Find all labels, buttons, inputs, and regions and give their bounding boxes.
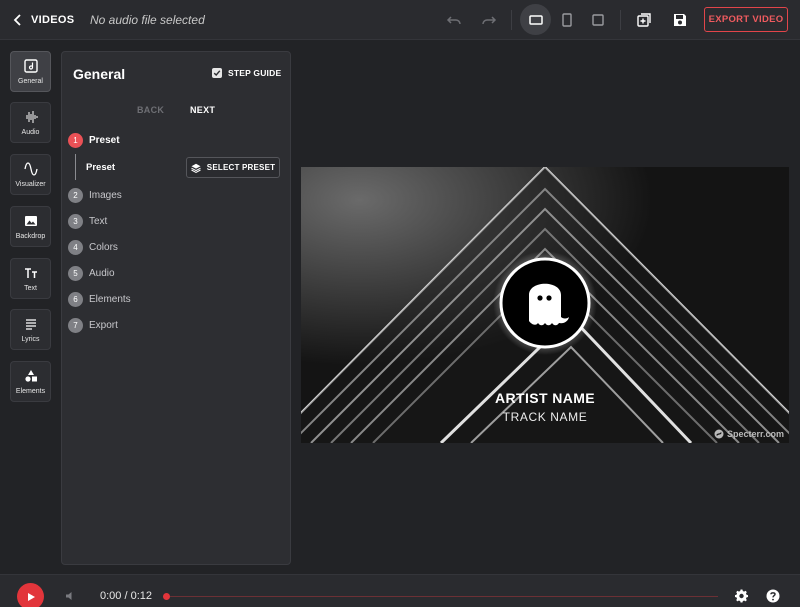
chevron-left-icon: [13, 14, 21, 26]
redo-button[interactable]: [477, 8, 501, 32]
progress-bar[interactable]: [162, 593, 718, 600]
step-number: 6: [68, 291, 83, 307]
step-next-button[interactable]: NEXT: [190, 105, 215, 115]
rail-text-label: Text: [24, 284, 37, 292]
check-icon: [213, 70, 221, 77]
general-icon: [23, 58, 38, 73]
back-label: VIDEOS: [31, 14, 75, 26]
text-icon: [24, 267, 37, 278]
step-guide-label: STEP GUIDE: [228, 68, 282, 78]
rail-text-button[interactable]: Text: [10, 258, 51, 299]
step-label: Images: [89, 189, 122, 201]
specterr-logo-icon: [714, 429, 724, 439]
step-item-colors[interactable]: 4 Colors: [68, 239, 118, 255]
panel-title: General: [73, 66, 126, 82]
track-name-text: TRACK NAME: [502, 410, 588, 424]
step-number: 5: [68, 265, 83, 281]
help-icon[interactable]: [766, 589, 780, 603]
settings-gear-icon[interactable]: [735, 589, 749, 603]
step-number: 7: [68, 317, 83, 333]
settings-panel: General STEP GUIDE BACK NEXT 1 Preset Pr…: [61, 51, 291, 565]
aspect-portrait-button[interactable]: [555, 8, 579, 32]
rail-visualizer-label: Visualizer: [15, 180, 46, 188]
export-video-button[interactable]: EXPORT VIDEO: [704, 7, 788, 32]
step-label: Text: [89, 215, 108, 227]
step-number: 4: [68, 239, 83, 255]
video-preview[interactable]: ARTIST NAME TRACK NAME Specterr.com: [301, 167, 789, 443]
redo-icon: [482, 16, 497, 25]
rail-backdrop-button[interactable]: Backdrop: [10, 206, 51, 247]
toolbar-divider: [511, 10, 512, 30]
watermark: Specterr.com: [714, 429, 784, 439]
image-icon: [24, 215, 37, 226]
lyrics-icon: [25, 318, 36, 330]
aspect-square-button[interactable]: [586, 8, 610, 32]
step-label: Colors: [89, 241, 118, 253]
rail-general-button[interactable]: General: [10, 51, 51, 92]
artist-name-text: ARTIST NAME: [494, 390, 596, 406]
step-guide-checkbox[interactable]: [212, 68, 222, 78]
step-guide-toggle[interactable]: STEP GUIDE: [212, 68, 281, 78]
rail-audio-button[interactable]: Audio: [10, 102, 51, 143]
step-item-images[interactable]: 2 Images: [68, 187, 122, 203]
square-icon: [592, 14, 604, 26]
step-number: 2: [68, 187, 83, 203]
substep-label: Preset: [86, 162, 116, 173]
select-preset-button[interactable]: SELECT PRESET: [186, 157, 280, 178]
add-layer-icon: [637, 13, 651, 27]
step-number: 3: [68, 213, 83, 229]
step-item-export[interactable]: 7 Export: [68, 317, 118, 333]
step-label: Preset: [89, 134, 120, 146]
player-bar: 0:00 / 0:12: [0, 574, 800, 607]
progress-knob[interactable]: [162, 593, 170, 600]
rail-lyrics-label: Lyrics: [21, 335, 40, 343]
rail-visualizer-button[interactable]: Visualizer: [10, 154, 51, 195]
rail-lyrics-button[interactable]: Lyrics: [10, 309, 51, 350]
rail-elements-button[interactable]: Elements: [10, 361, 51, 402]
play-icon: [27, 592, 35, 601]
watermark-text: Specterr.com: [727, 429, 785, 439]
step-label: Audio: [89, 267, 115, 279]
select-preset-label: SELECT PRESET: [206, 163, 276, 172]
rail-audio-label: Audio: [21, 128, 40, 136]
volume-icon[interactable]: [65, 590, 77, 602]
undo-button[interactable]: [442, 8, 466, 32]
playback-time: 0:00 / 0:12: [100, 590, 152, 602]
step-item-elements[interactable]: 6 Elements: [68, 291, 131, 307]
save-icon: [674, 14, 686, 26]
step-item-text[interactable]: 3 Text: [68, 213, 107, 229]
waveform-icon: [26, 110, 37, 123]
rail-general-label: General: [18, 77, 43, 85]
step-back-button[interactable]: BACK: [137, 105, 164, 115]
back-to-videos-button[interactable]: VIDEOS: [12, 10, 74, 30]
top-bar: VIDEOS No audio file selected EXPORT VID…: [0, 0, 800, 40]
shapes-icon: [24, 369, 37, 382]
step-label: Elements: [89, 293, 131, 305]
step-label: Export: [89, 319, 118, 331]
toolbar-divider: [620, 10, 621, 30]
sine-wave-icon: [23, 161, 38, 176]
step-item-audio[interactable]: 5 Audio: [68, 265, 115, 281]
layers-icon: [191, 163, 201, 173]
save-button[interactable]: [668, 8, 692, 32]
rail-elements-label: Elements: [15, 387, 46, 395]
aspect-landscape-button[interactable]: [524, 8, 548, 32]
audio-file-status: No audio file selected: [90, 13, 205, 27]
add-layer-button[interactable]: [632, 8, 656, 32]
step-item-preset[interactable]: 1 Preset: [68, 132, 120, 148]
portrait-icon: [562, 13, 572, 27]
substep-connector: [75, 154, 76, 180]
app-window: VIDEOS No audio file selected EXPORT VID…: [0, 0, 800, 607]
landscape-icon: [529, 15, 543, 25]
play-button[interactable]: [17, 583, 44, 607]
rail-backdrop-label: Backdrop: [15, 232, 46, 240]
step-number: 1: [68, 132, 83, 148]
undo-icon: [446, 16, 461, 25]
